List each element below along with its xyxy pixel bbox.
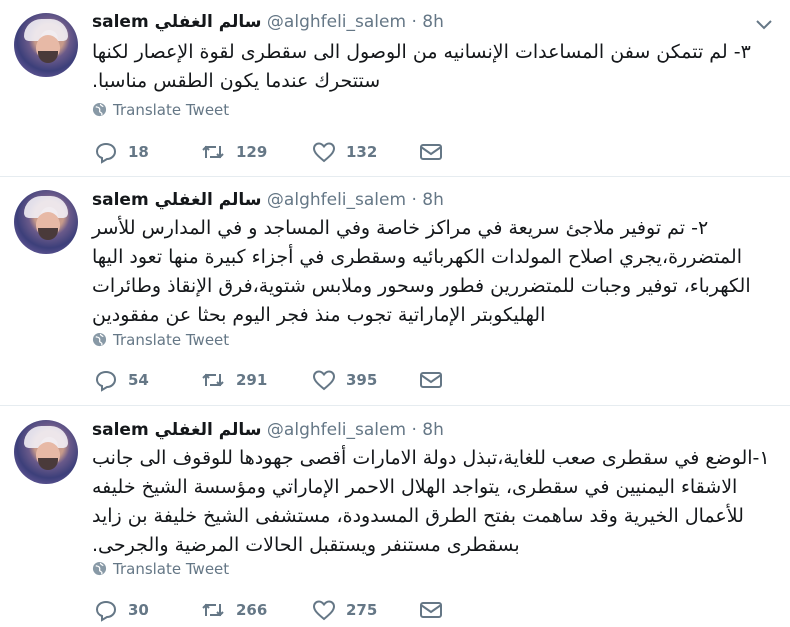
avatar[interactable] (14, 420, 78, 484)
reply-button[interactable]: 30 (94, 596, 149, 624)
tweet-header: salem سالم الغفلي @alghfeli_salem · 8h (92, 418, 444, 442)
timestamp[interactable]: 8h (422, 12, 444, 32)
tweet-text: ١-الوضع في سقطرى صعب للغاية،تبذل دولة ال… (92, 447, 770, 556)
retweet-button[interactable]: 291 (200, 366, 267, 394)
timestamp[interactable]: 8h (422, 420, 444, 440)
tweet-actions: 30 266 275 (94, 596, 454, 624)
reply-button[interactable]: 54 (94, 366, 149, 394)
separator-dot: · (411, 190, 417, 210)
globe-icon (92, 102, 107, 117)
retweet-button[interactable]: 129 (200, 138, 267, 166)
tweet-actions: 54 291 395 (94, 366, 454, 394)
like-button[interactable]: 395 (312, 366, 377, 394)
separator-dot: · (411, 420, 417, 440)
direct-message-button[interactable] (419, 138, 453, 166)
translate-tweet-link[interactable]: Translate Tweet (92, 100, 229, 120)
globe-icon (92, 561, 107, 576)
retweet-count: 129 (236, 143, 268, 161)
reply-count: 54 (128, 371, 149, 389)
tweet[interactable]: salem سالم الغفلي @alghfeli_salem · 8h ١… (0, 406, 790, 627)
translate-label: Translate Tweet (113, 331, 230, 349)
avatar[interactable] (14, 13, 78, 77)
heart-icon (312, 142, 336, 163)
tweet-text: ٣- لم تتمكن سفن المساعدات الإنسانيه من ا… (92, 41, 751, 92)
user-handle[interactable]: @alghfeli_salem (267, 190, 406, 210)
heart-icon (312, 370, 336, 391)
retweet-count: 291 (236, 371, 268, 389)
like-count: 132 (346, 143, 378, 161)
direct-message-button[interactable] (419, 366, 453, 394)
retweet-icon (202, 373, 224, 387)
tweet-text: ٢- تم توفير ملاجئ سريعة في مراكز خاصة وف… (92, 217, 751, 326)
reply-icon (95, 600, 117, 622)
reply-count: 30 (128, 601, 149, 619)
tweet[interactable]: salem سالم الغفلي @alghfeli_salem · 8h ٣… (0, 0, 790, 177)
display-name[interactable]: salem سالم الغفلي (92, 190, 262, 210)
reply-button[interactable]: 18 (94, 138, 149, 166)
translate-label: Translate Tweet (113, 560, 230, 578)
tweet-actions: 18 129 132 (94, 138, 454, 166)
globe-icon (92, 332, 107, 347)
envelope-icon (420, 602, 442, 618)
retweet-button[interactable]: 266 (200, 596, 267, 624)
direct-message-button[interactable] (419, 596, 453, 624)
user-handle[interactable]: @alghfeli_salem (267, 420, 406, 440)
reply-count: 18 (128, 143, 149, 161)
tweet[interactable]: salem سالم الغفلي @alghfeli_salem · 8h ٢… (0, 177, 790, 406)
translate-tweet-link[interactable]: Translate Tweet (92, 559, 229, 579)
like-count: 275 (346, 601, 378, 619)
display-name[interactable]: salem سالم الغفلي (92, 420, 262, 440)
envelope-icon (420, 372, 442, 388)
heart-icon (312, 600, 336, 621)
display-name[interactable]: salem سالم الغفلي (92, 12, 262, 32)
separator-dot: · (411, 12, 417, 32)
translate-label: Translate Tweet (113, 101, 230, 119)
timestamp[interactable]: 8h (422, 190, 444, 210)
like-count: 395 (346, 371, 378, 389)
tweet-header: salem سالم الغفلي @alghfeli_salem · 8h (92, 10, 444, 34)
chevron-down-icon[interactable] (752, 12, 776, 36)
reply-icon (95, 142, 117, 164)
tweet-header: salem سالم الغفلي @alghfeli_salem · 8h (92, 188, 444, 212)
retweet-count: 266 (236, 601, 268, 619)
retweet-icon (202, 603, 224, 617)
translate-tweet-link[interactable]: Translate Tweet (92, 330, 229, 350)
retweet-icon (202, 145, 224, 159)
envelope-icon (420, 144, 442, 160)
reply-icon (95, 370, 117, 392)
user-handle[interactable]: @alghfeli_salem (267, 12, 406, 32)
avatar[interactable] (14, 190, 78, 254)
like-button[interactable]: 132 (312, 138, 377, 166)
like-button[interactable]: 275 (312, 596, 377, 624)
